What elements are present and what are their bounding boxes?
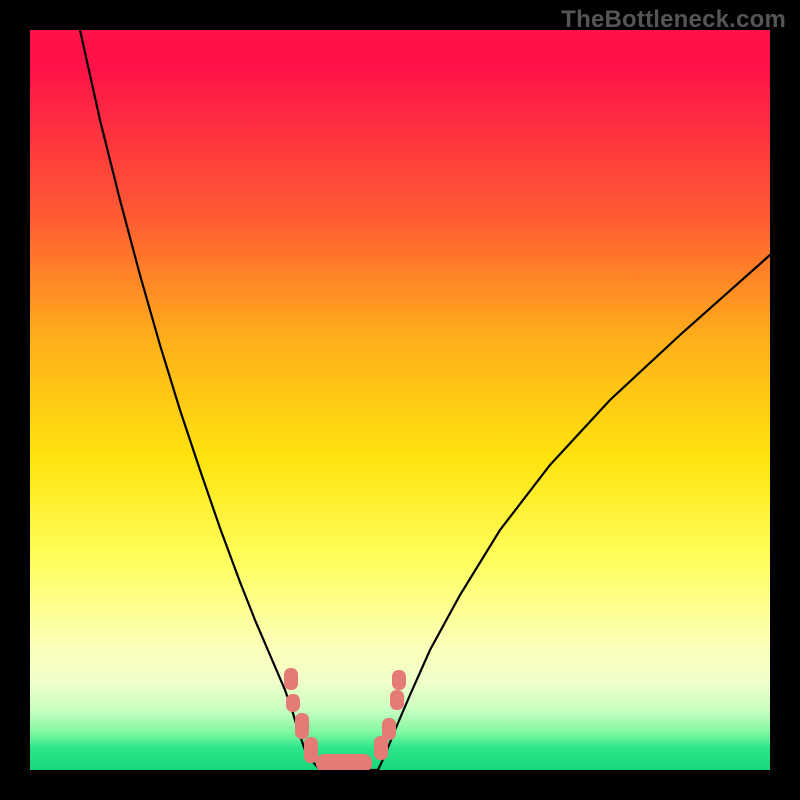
marker-dot (304, 737, 318, 763)
marker-dot (295, 713, 309, 739)
plot-area (30, 30, 770, 770)
marker-dot (316, 754, 372, 770)
bottleneck-curve (30, 30, 770, 770)
marker-dot (392, 670, 406, 690)
marker-dot (286, 694, 300, 712)
marker-dot (284, 668, 298, 690)
valley-markers (284, 668, 406, 770)
chart-frame: TheBottleneck.com (0, 0, 800, 800)
marker-dot (382, 718, 396, 740)
curve-right-branch (378, 255, 770, 770)
curve-left-branch (80, 30, 320, 770)
marker-dot (390, 690, 404, 710)
watermark-label: TheBottleneck.com (561, 6, 786, 34)
marker-dot (374, 736, 388, 760)
